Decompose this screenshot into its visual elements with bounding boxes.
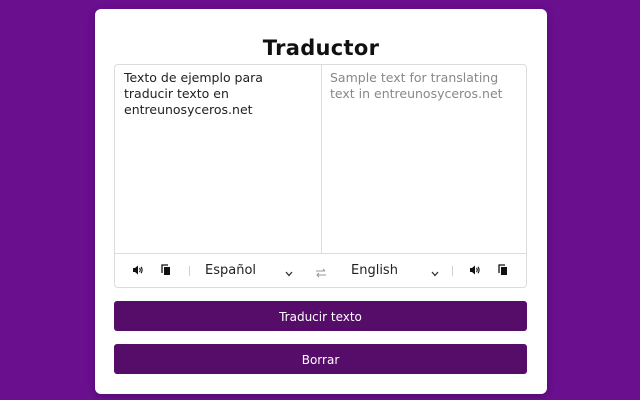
chevron-down-icon [285,266,293,281]
clear-button[interactable]: Borrar [114,344,527,374]
source-speaker-icon[interactable] [132,264,146,278]
target-language-select[interactable]: English [351,260,441,282]
translation-panel: Texto de ejemplo para traducir texto en … [114,64,527,288]
target-text-area[interactable]: Sample text for translating text in entr… [321,65,526,253]
control-separator [452,266,453,276]
controls-bar: Español English [115,253,526,288]
source-language-select[interactable]: Español [205,260,297,282]
source-text-area[interactable]: Texto de ejemplo para traducir texto en … [115,65,321,253]
control-separator [189,266,190,276]
translator-card: Traductor Texto de ejemplo para traducir… [95,9,547,394]
chevron-down-icon [431,266,439,281]
target-language-label: English [351,263,398,278]
translate-button[interactable]: Traducir texto [114,301,527,331]
page-title: Traductor [262,36,380,60]
swap-icon[interactable] [315,264,327,278]
target-copy-icon[interactable] [497,264,511,278]
target-speaker-icon[interactable] [469,264,483,278]
source-copy-icon[interactable] [160,264,174,278]
source-language-label: Español [205,263,257,278]
